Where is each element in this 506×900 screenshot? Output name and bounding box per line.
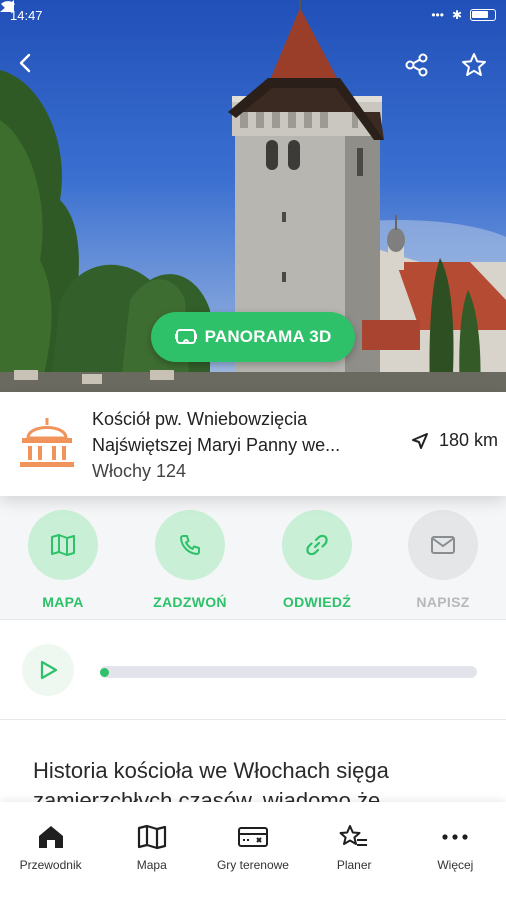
nav-item-planer[interactable]: Planer: [304, 802, 405, 900]
nav-label-planer: Planer: [336, 858, 372, 872]
description-text: Historia kościoła we Włochach sięga zami…: [33, 758, 389, 802]
audio-progress-handle[interactable]: [100, 668, 109, 677]
bottom-navigation: Przewodnik Mapa Gry terenowe Planer Więc…: [0, 802, 506, 900]
write-action-button[interactable]: NAPISZ: [393, 510, 493, 610]
home-icon: [38, 826, 63, 848]
share-button[interactable]: [404, 52, 438, 86]
distance-indicator: 180 km: [411, 430, 498, 451]
battery-icon: [470, 9, 496, 21]
back-button[interactable]: [14, 52, 48, 86]
place-address: Włochy 124: [92, 461, 187, 481]
navigation-arrow-icon: [411, 432, 428, 449]
museum-icon: [20, 418, 74, 467]
nav-label-gry-terenowe: Gry terenowe: [216, 858, 289, 872]
chevron-left-icon: [19, 53, 31, 73]
vr-headset-icon: [174, 329, 197, 344]
dots-icon: •••: [431, 8, 444, 22]
map-icon: [137, 824, 166, 850]
nav-item-mapa[interactable]: Mapa: [101, 802, 202, 900]
visit-action-circle: [282, 510, 352, 580]
status-icons: ••• ✱: [0, 0, 496, 22]
call-action-label: ZADZWOŃ: [153, 594, 227, 610]
mail-icon: [431, 536, 455, 554]
call-action-button[interactable]: ZADZWOŃ: [140, 510, 240, 610]
write-action-label: NAPISZ: [416, 594, 470, 610]
action-bar: MAPA ZADZWOŃ ODWIEDŹ NAPISZ: [0, 496, 506, 620]
play-icon: [40, 660, 58, 680]
visit-action-button[interactable]: ODWIEDŹ: [267, 510, 367, 610]
panorama-3d-label: PANORAMA 3D: [204, 327, 332, 346]
audio-progress-track[interactable]: [100, 666, 477, 678]
signal-icon: [0, 0, 14, 12]
more-icon: [442, 834, 468, 840]
nav-label-wiecej: Więcej: [437, 858, 474, 872]
audio-player: [0, 620, 506, 720]
play-button[interactable]: [22, 644, 74, 696]
distance-value: 180 km: [438, 430, 498, 450]
map-action-button[interactable]: MAPA: [13, 510, 113, 610]
place-name-line1: Kościół pw. Wniebowzięcia: [92, 409, 308, 429]
map-icon: [51, 534, 75, 556]
link-icon: [306, 534, 328, 556]
place-name-line2: Najświętszej Maryi Panny we...: [92, 435, 341, 455]
place-info-card: Kościół pw. Wniebowzięcia Najświętszej M…: [0, 392, 506, 496]
bluetooth-icon: ✱: [451, 8, 462, 22]
share-icon: [405, 53, 428, 77]
favorite-button[interactable]: [461, 52, 495, 86]
star-list-icon: [339, 825, 368, 846]
panorama-3d-button[interactable]: PANORAMA 3D: [151, 312, 355, 362]
description-section: Historia kościoła we Włochach sięga zami…: [0, 720, 506, 802]
game-card-icon: [237, 827, 268, 847]
place-info-text: Kościół pw. Wniebowzięcia Najświętszej M…: [92, 406, 392, 484]
nav-label-mapa: Mapa: [136, 858, 167, 872]
nav-item-gry-terenowe[interactable]: Gry terenowe: [202, 802, 303, 900]
nav-label-przewodnik: Przewodnik: [19, 858, 82, 872]
nav-item-przewodnik[interactable]: Przewodnik: [0, 802, 101, 900]
write-action-circle: [408, 510, 478, 580]
status-bar: 14:47 ••• ✱: [0, 0, 506, 30]
phone-icon: [180, 535, 200, 555]
star-icon: [462, 53, 486, 76]
visit-action-label: ODWIEDŹ: [282, 594, 352, 610]
call-action-circle: [155, 510, 225, 580]
map-action-circle: [28, 510, 98, 580]
map-action-label: MAPA: [42, 594, 84, 610]
nav-item-wiecej[interactable]: Więcej: [405, 802, 506, 900]
